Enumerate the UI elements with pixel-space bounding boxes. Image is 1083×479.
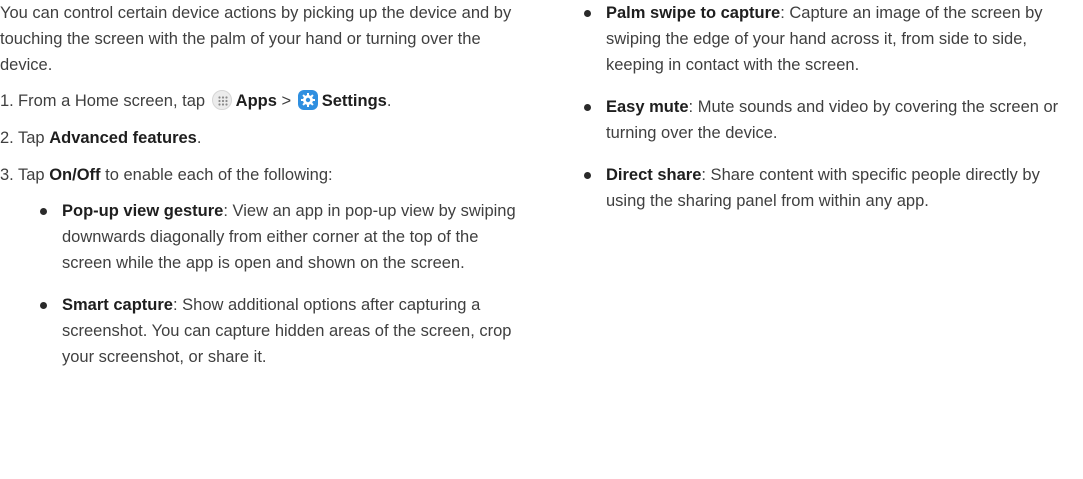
step-number: 1. [0,92,14,110]
step-3: 3. Tap On/Off to enable each of the foll… [0,162,530,370]
feature-item-smart-capture: Smart capture: Show additional options a… [38,292,530,370]
feature-title: Direct share [606,166,702,184]
feature-title: Easy mute [606,98,689,116]
bullet-icon [584,104,591,111]
feature-title: Smart capture [62,296,173,314]
feature-title: Palm swipe to capture [606,4,781,22]
feature-item-pop-up-view-gesture: Pop-up view gesture: View an app in pop-… [38,198,530,276]
apps-grid-icon [211,90,232,110]
step-suffix: to enable each of the following: [105,166,333,184]
feature-item-easy-mute: Easy mute: Mute sounds and video by cove… [582,94,1072,146]
step-number: 3. [0,166,14,184]
bullet-icon [40,208,47,215]
settings-label: Settings [321,92,387,110]
feature-list-right: Palm swipe to capture: Capture an image … [582,0,1072,214]
step-text: Tap [18,129,45,147]
left-column: You can control certain device actions b… [0,0,530,386]
on-off-label: On/Off [49,166,101,184]
right-column: Palm swipe to capture: Capture an image … [582,0,1072,230]
feature-list-left: Pop-up view gesture: View an app in pop-… [18,198,530,370]
apps-label: Apps [235,92,277,110]
feature-title: Pop-up view gesture [62,202,224,220]
step-number: 2. [0,129,14,147]
step-2: 2. Tap Advanced features. [0,125,530,151]
step-text: Tap [18,166,45,184]
advanced-features-label: Advanced features [49,129,197,147]
feature-item-palm-swipe-to-capture: Palm swipe to capture: Capture an image … [582,0,1072,78]
step-text: From a Home screen, tap [18,92,206,110]
settings-gear-icon [297,90,318,110]
bullet-icon [584,10,591,17]
step-suffix: . [196,129,202,147]
bullet-icon [40,302,47,309]
breadcrumb-separator: > [281,92,292,110]
step-suffix: . [386,92,392,110]
intro-paragraph: You can control certain device actions b… [0,4,512,74]
step-1: 1. From a Home screen, tap Apps > Settin… [0,88,530,114]
feature-item-direct-share: Direct share: Share content with specifi… [582,162,1072,214]
bullet-icon [584,172,591,179]
steps-list: 1. From a Home screen, tap Apps > Settin… [0,88,530,370]
